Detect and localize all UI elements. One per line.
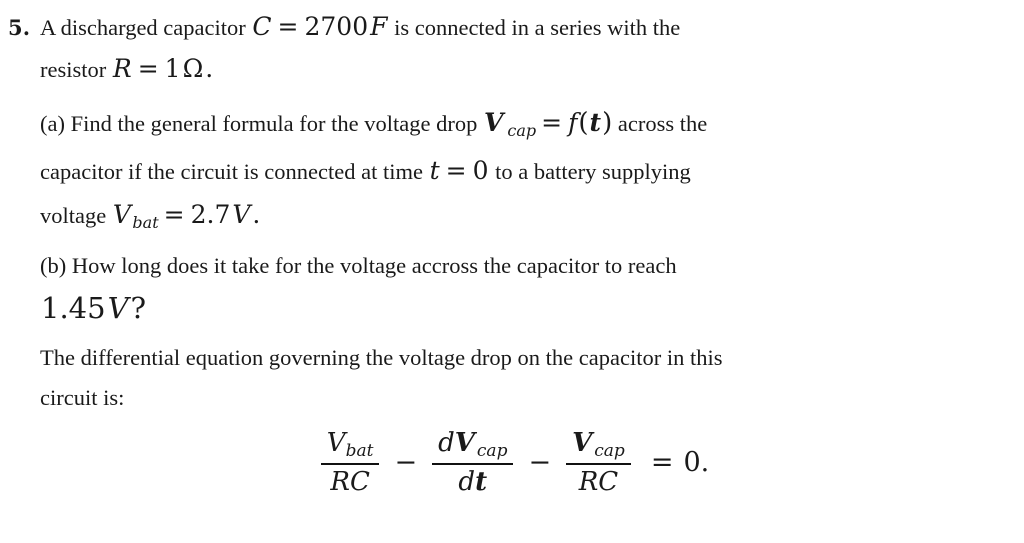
math-value-resistance: 1 [164,54,181,83]
math-minus-1: − [394,447,418,479]
statement-line-2: resistor R = 1Ω. [40,56,214,82]
math-var-R: R [112,54,132,83]
math-equals: = [445,156,467,185]
display-equation: Vbat RC − dV cap dt − Vcap RC = 0. [0,428,1024,497]
part-b-text-1: How long does it take for the voltage ac… [71,253,677,278]
math-question-mark: ? [130,291,147,325]
fraction-numerator: Vcap [566,428,631,463]
part-a-text-5: voltage [40,203,107,228]
math-var-Vcap: V [454,428,475,458]
math-unit-volt: V [107,291,129,325]
part-b-line-2: 1.45V? [40,294,147,323]
problem-number: 5. [8,15,31,40]
math-var-C: C [252,12,272,41]
part-a-text-4: to a battery supplying [495,159,691,184]
math-equals: = [650,447,674,479]
closing-text-1: The differential equation governing the … [40,345,723,370]
math-rhs-zero: 0. [683,447,710,479]
document-page: 5. A discharged capacitor C = 2700F is con… [0,0,1024,543]
closing-line-2: circuit is: [40,385,125,410]
part-a-text-3: capacitor if the circuit is connected at… [40,159,423,184]
math-subscript-bat: bat [132,212,159,232]
math-subscript-cap: cap [476,440,508,461]
part-a-line-1: (a) Find the general formula for the vol… [40,110,707,139]
math-period: . [205,54,214,83]
part-a-line-2: capacitor if the circuit is connected at… [40,158,691,184]
math-value-target-voltage: 1.45 [41,291,106,325]
math-period: . [252,200,261,229]
closing-text-2: circuit is: [40,385,125,410]
math-term-RC: RC [330,467,370,498]
math-subscript-cap: cap [507,120,537,140]
math-unit-volt: V [232,200,251,229]
fraction-denominator: RC [324,465,375,497]
part-a-text-2: across the [617,111,708,136]
math-subscript-cap: cap [594,440,625,461]
statement-line-1: A discharged capacitor C = 2700F is connec… [40,14,680,40]
fraction-numerator: Vbat [321,428,380,463]
math-var-Vcap: V [572,428,593,458]
math-function-f: f [568,108,578,137]
statement-text-cont: is connected in a series with the [394,15,681,40]
fraction-denominator: dt [452,465,493,497]
math-var-Vcap: V [483,108,504,137]
fraction-denominator: RC [573,465,624,497]
math-equals: = [277,12,299,41]
fraction-vcap-over-rc: Vcap RC [566,428,631,497]
math-paren-close: ) [602,108,613,138]
math-subscript-bat: bat [345,440,374,461]
fraction-numerator: dV cap [432,428,513,463]
statement-text: A discharged capacitor [40,15,246,40]
math-equals: = [163,200,185,229]
math-value-battery-voltage: 2.7 [190,200,231,229]
math-var-Vbat: V [326,428,346,458]
math-var-t: t [475,467,488,498]
equation-row: Vbat RC − dV cap dt − Vcap RC = 0. [315,428,709,497]
math-var-t: t [429,156,440,185]
math-differential-d: d [438,428,455,458]
math-var-Vbat: V [112,200,131,229]
part-b-label: (b) [40,253,67,278]
math-term-RC: RC [578,467,619,498]
math-value-zero: 0 [472,156,489,185]
part-a-label: (a) [40,111,65,136]
math-value-capacitance: 2700 [304,12,369,41]
math-equals: = [137,54,159,83]
fraction-vbat-over-rc: Vbat RC [320,428,380,497]
math-unit-farad: F [370,12,388,41]
statement-text-resistor: resistor [40,57,107,82]
math-unit-ohm: Ω [182,54,204,83]
closing-line-1: The differential equation governing the … [40,345,723,370]
part-a-line-3: voltage Vbat = 2.7V. [40,202,261,231]
fraction-dvcap-over-dt: dV cap dt [432,428,514,497]
math-var-t: t [589,108,602,137]
math-equals: = [541,108,563,137]
math-paren-open: ( [578,108,589,138]
part-b-line-1: (b) How long does it take for the voltag… [40,253,677,278]
math-differential-d: d [458,467,476,498]
math-minus-2: − [528,447,552,479]
part-a-text-1: Find the general formula for the voltage… [70,111,478,136]
